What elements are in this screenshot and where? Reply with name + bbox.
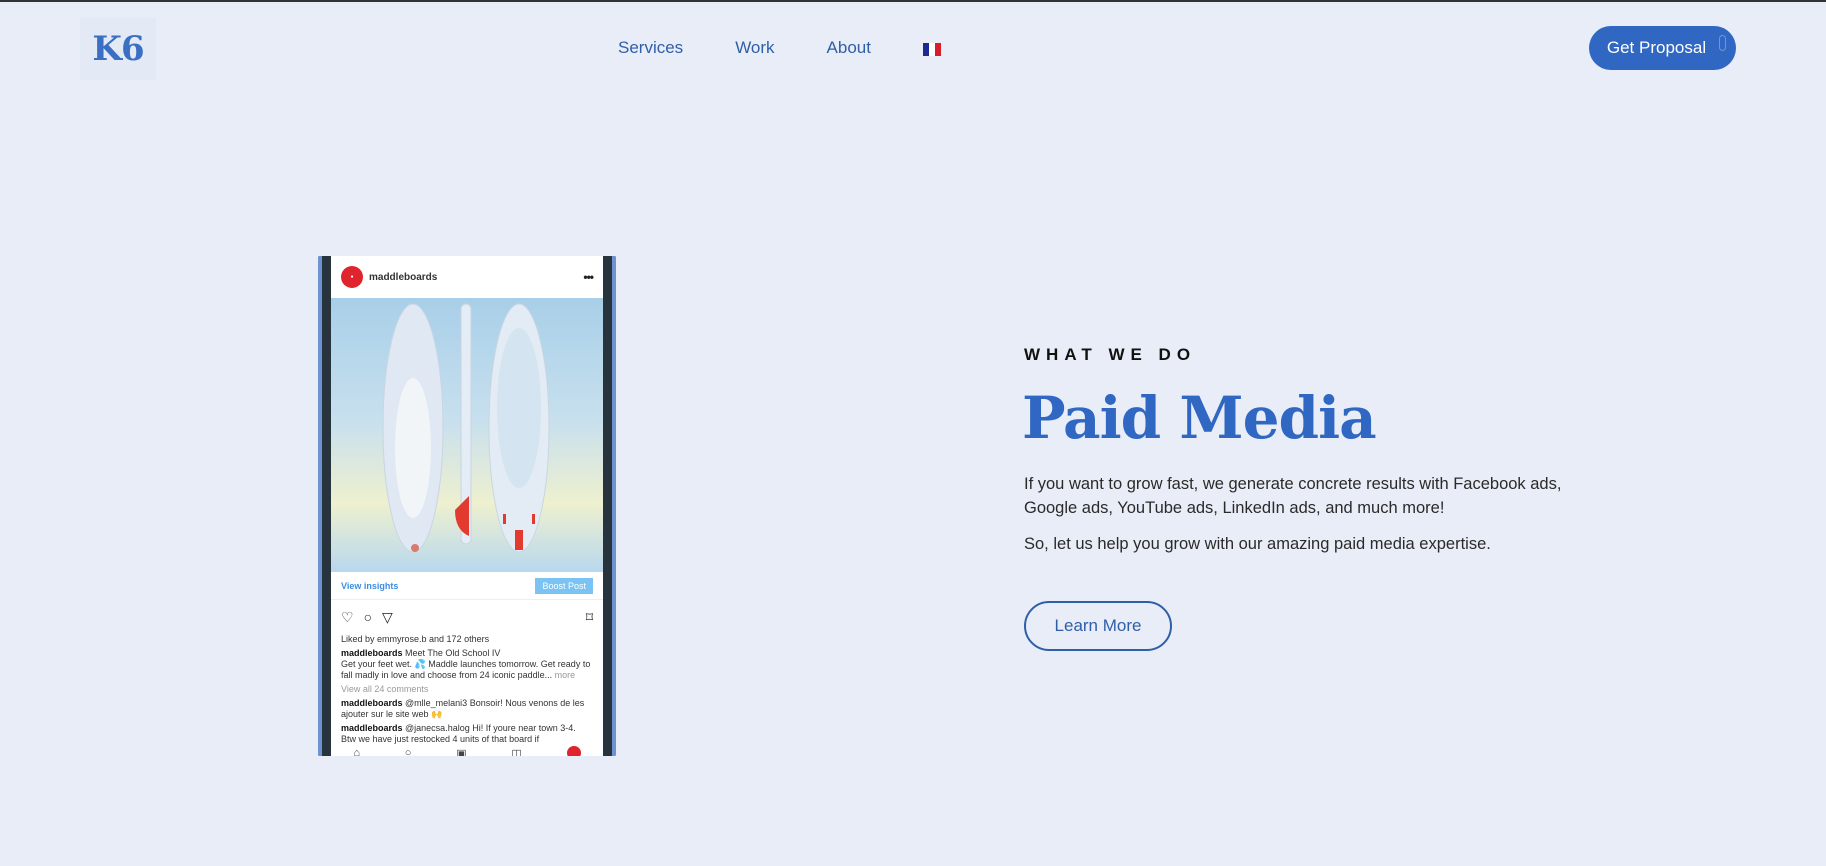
caption-user: maddleboards [341,648,403,658]
view-insights-link: View insights [341,580,399,591]
nav-services-link[interactable]: Services [618,38,683,58]
likes-text: Liked by emmyrose.b and 172 others [341,634,490,644]
shop-icon: ◫ [511,747,522,757]
post-username: maddleboards [369,271,438,283]
bookmark-icon: ⌑ [585,608,593,625]
post-caption: Liked by emmyrose.b and 172 others maddl… [331,634,603,745]
description-paragraph-1: If you want to grow fast, we generate co… [1024,475,1562,517]
phone-edge-right [612,256,616,756]
comment-icon: ○ [363,609,373,625]
description-paragraph-2: So, let us help you grow with our amazin… [1024,535,1491,553]
cursor-icon [1719,35,1726,51]
caption-body: Get your feet wet. 💦 Maddle launches tom… [341,659,591,680]
comment-1-user: maddleboards [341,698,403,708]
caption-more: more [554,670,576,680]
profile-avatar: ● [341,266,363,288]
french-flag-icon[interactable] [922,42,941,56]
profile-icon [566,746,581,756]
caption: maddleboards Meet The Old School IV Get … [341,648,593,681]
phone-edge-left [318,256,322,756]
get-proposal-label: Get Proposal [1606,38,1707,57]
phone-mockup: ● maddleboards ••• View insights Boost P… [318,256,616,756]
section-eyebrow: WHAT WE DO [1024,345,1197,364]
boost-post-button: Boost Post [535,577,593,594]
more-options-icon: ••• [583,270,594,284]
learn-more-button[interactable]: Learn More [1024,601,1172,651]
caption-title: Meet The Old School IV [405,648,501,658]
get-proposal-button[interactable]: Get Proposal [1589,26,1736,70]
share-icon: ▽ [382,608,393,625]
home-icon: ⌂ [353,747,361,756]
nav-about-link[interactable]: About [827,38,871,58]
view-comments: View all 24 comments [341,684,429,694]
page-title: Paid Media [1022,384,1377,452]
bottom-nav: ⌂ ○ ▣ ◫ [331,746,603,756]
post-header: ● maddleboards ••• [331,256,603,298]
comment-2: maddleboards @janecsa.halog Hi! If youre… [341,723,593,745]
instagram-post-screen: ● maddleboards ••• View insights Boost P… [331,256,603,756]
insights-bar: View insights Boost Post [331,572,603,600]
comment-2-user: maddleboards [341,723,403,733]
comment-1: maddleboards @mlle_melani3 Bonsoir! Nous… [341,698,593,720]
paddleboard-photo [331,298,603,572]
post-actions: ♡ ○ ▽ ⌑ [331,600,603,634]
logo[interactable]: K6 [80,18,156,80]
search-icon: ○ [404,747,412,756]
main-nav: Services Work About [618,38,941,58]
nav-work-link[interactable]: Work [735,38,774,58]
heart-icon: ♡ [341,608,354,625]
reels-icon: ▣ [456,747,467,757]
